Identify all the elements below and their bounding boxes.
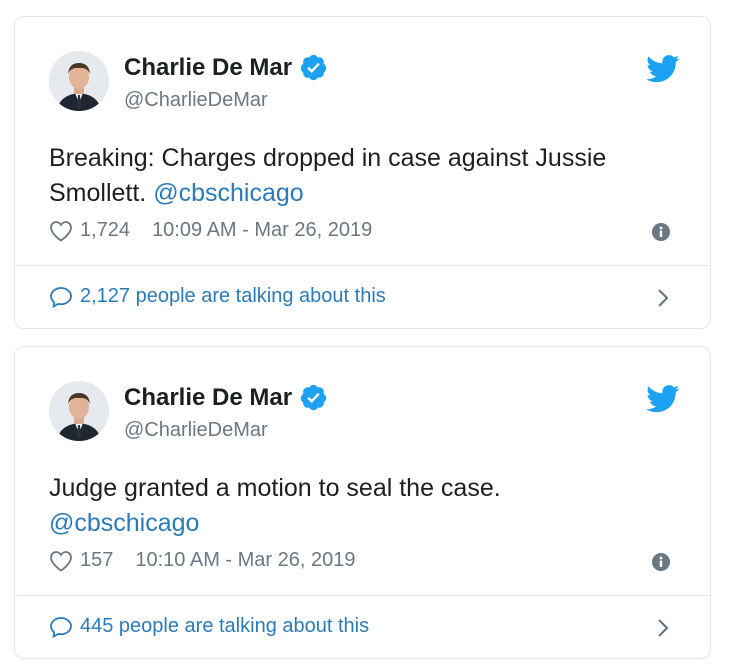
conversation-count[interactable]: 2,127 people are talking about this	[80, 285, 386, 308]
author-handle[interactable]: @CharlieDeMar	[124, 89, 268, 112]
comment-bubble-icon	[50, 286, 72, 308]
tweet-text-line: Judge granted a motion to seal the case.	[49, 474, 501, 502]
tweet-text: Breaking: Charges dropped in case agains…	[49, 141, 679, 211]
divider	[15, 595, 710, 596]
mention-link[interactable]: @cbschicago	[153, 179, 303, 207]
twitter-bird-icon[interactable]	[646, 55, 680, 83]
timestamp[interactable]: 10:09 AM - Mar 26, 2019	[152, 219, 372, 242]
conversation-link[interactable]: 445 people are talking about this	[49, 615, 369, 638]
author-row: Charlie De Mar	[124, 53, 328, 82]
heart-icon[interactable]	[49, 220, 73, 242]
author-row: Charlie De Mar	[124, 383, 328, 412]
tweet-card[interactable]: Charlie De Mar @CharlieDeMar Judge grant…	[14, 346, 711, 659]
info-icon[interactable]	[652, 223, 670, 241]
like-count[interactable]: 1,724	[80, 219, 130, 242]
heart-icon[interactable]	[49, 550, 73, 572]
verified-badge-icon	[300, 384, 327, 411]
mention-link[interactable]: @cbschicago	[49, 509, 199, 537]
divider	[15, 265, 710, 266]
like-count[interactable]: 157	[80, 549, 113, 572]
conversation-link[interactable]: 2,127 people are talking about this	[49, 285, 386, 308]
tweet-meta: 1,724 10:09 AM - Mar 26, 2019	[49, 219, 372, 242]
author-name[interactable]: Charlie De Mar	[124, 384, 292, 412]
twitter-bird-icon[interactable]	[646, 385, 680, 413]
tweet-card[interactable]: Charlie De Mar @CharlieDeMar Breaking: C…	[14, 16, 711, 329]
tweet-text: Judge granted a motion to seal the case.…	[49, 471, 679, 541]
tweet-text-line: Breaking: Charges dropped in case agains…	[49, 144, 607, 172]
tweet-text-line: @cbschicago	[49, 506, 679, 541]
timestamp[interactable]: 10:10 AM - Mar 26, 2019	[135, 549, 355, 572]
conversation-count[interactable]: 445 people are talking about this	[80, 615, 369, 638]
comment-bubble-icon	[50, 616, 72, 638]
author-handle[interactable]: @CharlieDeMar	[124, 419, 268, 442]
chevron-right-icon[interactable]	[656, 287, 670, 309]
tweet-meta: 157 10:10 AM - Mar 26, 2019	[49, 549, 356, 572]
tweet-text-line: Smollett. @cbschicago	[49, 176, 679, 211]
avatar[interactable]	[49, 51, 109, 111]
avatar[interactable]	[49, 381, 109, 441]
author-name[interactable]: Charlie De Mar	[124, 54, 292, 82]
verified-badge-icon	[300, 54, 327, 81]
tweet-text-fragment: Smollett.	[49, 179, 154, 207]
info-icon[interactable]	[652, 553, 670, 571]
chevron-right-icon[interactable]	[656, 617, 670, 639]
